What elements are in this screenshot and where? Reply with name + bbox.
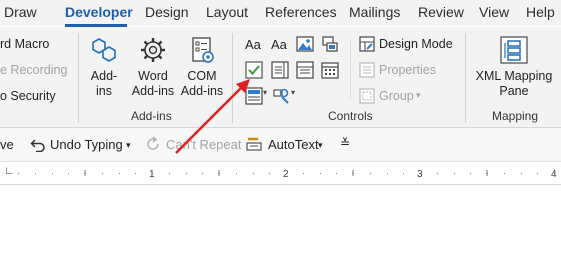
ruler-tick (336, 173, 337, 174)
ruler-tick (454, 173, 455, 174)
legacy-tools-icon[interactable] (273, 87, 291, 105)
undo-typing-button[interactable]: Undo Typing (50, 137, 123, 152)
tab-draw[interactable]: Draw (4, 4, 37, 20)
com-addins-label-line1: COM (187, 69, 217, 83)
tab-help[interactable]: Help (526, 4, 555, 20)
ruler-tick (370, 173, 371, 174)
macro-security-button[interactable]: o Security (0, 89, 56, 103)
ruler-tick (253, 173, 254, 174)
autotext-button[interactable]: AutoText (268, 137, 319, 152)
date-picker-control-icon[interactable] (321, 61, 339, 79)
properties-icon (359, 62, 375, 78)
checkbox-content-control-icon[interactable] (245, 61, 263, 79)
rich-text-content-control[interactable]: Aa (245, 37, 261, 52)
ruler-scale: 1 2 3 4 (18, 169, 557, 180)
ruler-tick (52, 173, 53, 174)
group-separator (78, 33, 79, 123)
chevron-down-icon[interactable]: ▾ (318, 140, 323, 151)
record-macro-button[interactable]: rd Macro (0, 37, 49, 51)
xml-mapping-pane-button[interactable]: XML Mapping Pane (470, 35, 558, 99)
ruler-number: 3 (417, 169, 423, 180)
addins-icon (92, 38, 116, 62)
tab-layout[interactable]: Layout (206, 4, 248, 20)
ruler-tick (18, 173, 19, 174)
ruler-number: 4 (551, 169, 557, 180)
gear-icon (141, 38, 165, 62)
ruler-tick (169, 173, 170, 174)
building-block-control-icon[interactable] (321, 35, 339, 53)
ruler-tick (68, 173, 69, 174)
save-button[interactable]: ve (0, 137, 14, 152)
addins-label-line2: ins (96, 84, 112, 98)
addins-label-line1: Add- (90, 69, 118, 83)
design-mode-button[interactable]: Design Mode (379, 37, 453, 51)
autotext-icon[interactable] (246, 136, 264, 152)
tab-design[interactable]: Design (145, 4, 189, 20)
chevron-down-icon[interactable]: ▾ (126, 140, 131, 151)
ruler-tick (135, 173, 136, 174)
ruler-tick (186, 173, 187, 174)
ruler-tick (537, 173, 538, 174)
mapping-group-label: Mapping (492, 109, 539, 123)
pause-recording-button[interactable]: e Recording (0, 63, 67, 77)
picture-content-control-icon[interactable] (296, 36, 314, 52)
controls-group-label: Controls (328, 109, 373, 123)
addins-group-label: Add-ins (131, 109, 172, 123)
horizontal-ruler: ∟ 1234 (0, 162, 561, 185)
ruler-number: 2 (283, 169, 289, 180)
tab-mailings[interactable]: Mailings (349, 4, 400, 20)
tab-review[interactable]: Review (418, 4, 464, 20)
addins-button[interactable]: Add- ins (82, 35, 126, 99)
dropdown-list-control-icon[interactable] (296, 61, 314, 79)
ruler-tick (102, 173, 103, 174)
ribbon: rd Macro e Recording o Security Add- ins… (0, 27, 561, 128)
ruler-number: 1 (149, 169, 155, 180)
quick-access-toolbar: ve Undo Typing ▾ Can't Repeat AutoText ▾… (0, 128, 561, 162)
properties-button[interactable]: Properties (379, 63, 436, 77)
ruler-tick (504, 173, 505, 174)
chevron-down-icon[interactable]: ▾ (263, 88, 267, 97)
group-separator (465, 33, 466, 123)
repeat-icon (147, 136, 159, 150)
ruler-tick (236, 173, 237, 174)
word-addins-label-line2: Add-ins (131, 84, 175, 98)
tab-developer[interactable]: Developer (65, 4, 133, 20)
ruler-tick (202, 173, 203, 174)
word-addins-button[interactable]: Word Add-ins (129, 35, 177, 99)
ruler-tick (521, 173, 522, 174)
group-icon (359, 88, 375, 104)
xml-mapping-label-line1: XML Mapping (475, 69, 553, 83)
chevron-down-icon[interactable]: ▾ (291, 88, 295, 97)
undo-icon[interactable] (30, 136, 46, 152)
ruler-tick (35, 173, 36, 174)
ruler-tick (387, 173, 388, 174)
com-addins-button[interactable]: COM Add-ins (178, 35, 226, 99)
repeating-section-control-icon[interactable] (245, 87, 263, 105)
design-mode-icon[interactable] (359, 36, 375, 52)
ruler-tick (470, 173, 471, 174)
group-button[interactable]: Group (379, 89, 414, 103)
ribbon-tab-bar: Draw Developer Design Layout References … (0, 0, 561, 27)
combo-box-control-icon[interactable] (271, 61, 289, 79)
chevron-down-icon: ▾ (416, 90, 421, 100)
plain-text-content-control[interactable]: Aa (271, 37, 287, 52)
cant-repeat-button[interactable]: Can't Repeat (166, 137, 241, 152)
group-separator (232, 33, 233, 123)
com-addins-icon (192, 37, 214, 63)
tab-view[interactable]: View (479, 4, 509, 20)
tab-references[interactable]: References (265, 4, 337, 20)
ruler-tick (269, 173, 270, 174)
ruler-tick (320, 173, 321, 174)
xml-mapping-label-line2: Pane (499, 84, 529, 98)
ruler-tick (119, 173, 120, 174)
word-addins-label-line1: Word (138, 69, 168, 83)
document-canvas[interactable] (0, 185, 561, 273)
ruler-tick (437, 173, 438, 174)
customize-toolbar-icon[interactable]: ≚ (340, 136, 350, 150)
ruler-tick (403, 173, 404, 174)
com-addins-label-line2: Add-ins (180, 84, 224, 98)
xml-mapping-icon (500, 36, 528, 64)
ruler-tick (303, 173, 304, 174)
group-separator (350, 39, 351, 99)
